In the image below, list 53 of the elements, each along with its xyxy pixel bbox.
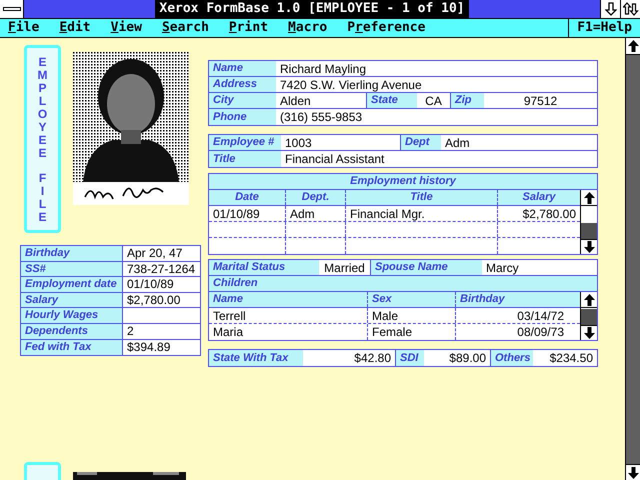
field-label: Phone bbox=[209, 109, 276, 125]
menu-item[interactable]: File bbox=[8, 19, 40, 37]
field-label: Dependents bbox=[21, 324, 123, 339]
field-label: Name bbox=[209, 61, 276, 76]
column-header: Dept. bbox=[286, 190, 346, 205]
field-label: Employment date bbox=[21, 277, 123, 292]
field-label: Employee # bbox=[209, 135, 281, 150]
menu-item[interactable]: Print bbox=[228, 19, 268, 37]
field-label: SDI bbox=[396, 350, 424, 366]
scroll-up-button[interactable] bbox=[581, 190, 597, 206]
field-label: Fed with Tax bbox=[21, 340, 123, 356]
scroll-thumb[interactable] bbox=[581, 223, 597, 239]
column-header: Salary bbox=[498, 190, 580, 205]
scroll-down-button[interactable] bbox=[581, 239, 597, 254]
column-header: Title bbox=[346, 190, 498, 205]
menu-item[interactable]: View bbox=[110, 19, 142, 37]
minimize-icon[interactable] bbox=[600, 0, 620, 18]
field-label: Birthday bbox=[21, 246, 123, 261]
field-label: State bbox=[367, 93, 417, 108]
scroll-down-button[interactable] bbox=[581, 325, 597, 340]
column-header: Birthday bbox=[456, 292, 580, 307]
scroll-thumb[interactable] bbox=[581, 309, 597, 325]
field-label: State With Tax bbox=[209, 350, 303, 366]
scroll-up-button[interactable] bbox=[581, 292, 597, 308]
section-title: Employment history bbox=[209, 174, 597, 190]
field-label: Dept bbox=[401, 135, 441, 150]
scroll-up-button[interactable] bbox=[626, 38, 640, 55]
system-menu-icon[interactable] bbox=[0, 0, 24, 18]
column-header: Sex bbox=[368, 292, 456, 307]
field-label: Address bbox=[209, 77, 276, 92]
maximize-icon[interactable] bbox=[620, 0, 640, 18]
banner-text: EMPLOYEE bbox=[38, 56, 48, 160]
column-header: Date bbox=[209, 190, 286, 205]
scroll-down-button[interactable] bbox=[626, 464, 640, 480]
menu-item[interactable]: Macro bbox=[288, 19, 328, 37]
banner-text: FILE bbox=[38, 172, 48, 224]
field-label: Salary bbox=[21, 292, 123, 308]
window-title: Xerox FormBase 1.0 [EMPLOYEE - 1 of 10] bbox=[155, 0, 469, 18]
menu-item[interactable]: Edit bbox=[59, 19, 91, 37]
section-title: Children bbox=[209, 276, 597, 292]
help-hint[interactable]: F1=Help bbox=[568, 19, 640, 37]
field-label: SS# bbox=[21, 262, 123, 276]
field-label: City bbox=[209, 93, 276, 108]
field-label: Others bbox=[491, 350, 533, 366]
field-label: Marital Status bbox=[209, 260, 319, 275]
column-header: Name bbox=[209, 292, 368, 307]
field-label: Title bbox=[209, 151, 281, 167]
field-label: Spouse Name bbox=[371, 260, 482, 275]
field-label: Hourly Wages bbox=[21, 308, 123, 323]
field-label: Zip bbox=[451, 93, 484, 108]
menu-item[interactable]: Search bbox=[162, 19, 209, 37]
next-record-banner bbox=[24, 462, 61, 480]
menu-item[interactable]: Preference bbox=[347, 19, 426, 37]
